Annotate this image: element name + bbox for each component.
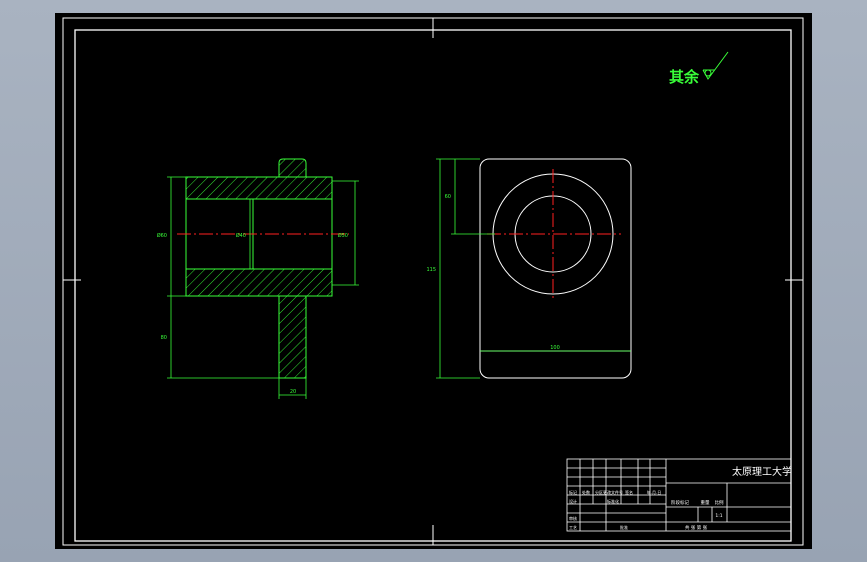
inner-frame — [74, 29, 792, 542]
dim-front-center: 60 — [445, 194, 451, 200]
dim-front-height: 115 — [426, 267, 436, 273]
tb-sign: 签名 — [625, 489, 633, 495]
flange-lower — [278, 295, 307, 379]
cad-drawing: 其余 Ø60 Ø40 Ø50 80 20 115 60 100 太原理工大学 标… — [62, 17, 804, 546]
tb-process: 工艺 — [569, 525, 577, 530]
tb-stage-mark: 阶段标记 — [671, 499, 689, 506]
drawing-canvas: 其余 Ø60 Ø40 Ø50 80 20 115 60 100 太原理工大学 标… — [55, 13, 812, 549]
tb-scale-value: 1:1 — [715, 513, 722, 519]
tb-date: 年.月.日 — [647, 489, 662, 495]
hatch-top — [185, 176, 333, 200]
tb-zone: 分区 — [595, 489, 603, 495]
outer-frame — [62, 17, 804, 546]
flange-upper — [278, 158, 307, 178]
tb-mark: 标记 — [569, 489, 577, 495]
dim-left-height: Ø60 — [157, 232, 167, 239]
dim-lower: 80 — [161, 335, 167, 341]
tb-standardize: 标准化 — [607, 498, 619, 504]
tb-review: 审核 — [569, 515, 577, 521]
tb-change-doc: 更改文件号 — [603, 489, 623, 495]
dim-right-height: Ø50 — [338, 232, 348, 239]
hatch-bottom — [185, 268, 333, 297]
roughness-note: 其余 — [669, 68, 700, 86]
dim-flange-width: 20 — [290, 389, 296, 395]
tb-sheets: 共 张 第 张 — [685, 524, 708, 531]
tb-scale: 比例 — [715, 499, 724, 506]
tb-weight: 重量 — [701, 499, 710, 506]
tb-count: 处数 — [582, 489, 590, 495]
front-view: 115 60 100 — [426, 158, 632, 379]
tb-approve: 批准 — [620, 524, 628, 530]
roughness-symbol — [702, 51, 729, 80]
tb-design: 设计 — [569, 498, 577, 504]
school-name: 太原理工大学 — [732, 465, 792, 478]
dim-bore: Ø40 — [236, 232, 246, 239]
dim-front-width: 100 — [550, 345, 560, 351]
section-view: Ø60 Ø40 Ø50 80 20 — [157, 158, 359, 399]
